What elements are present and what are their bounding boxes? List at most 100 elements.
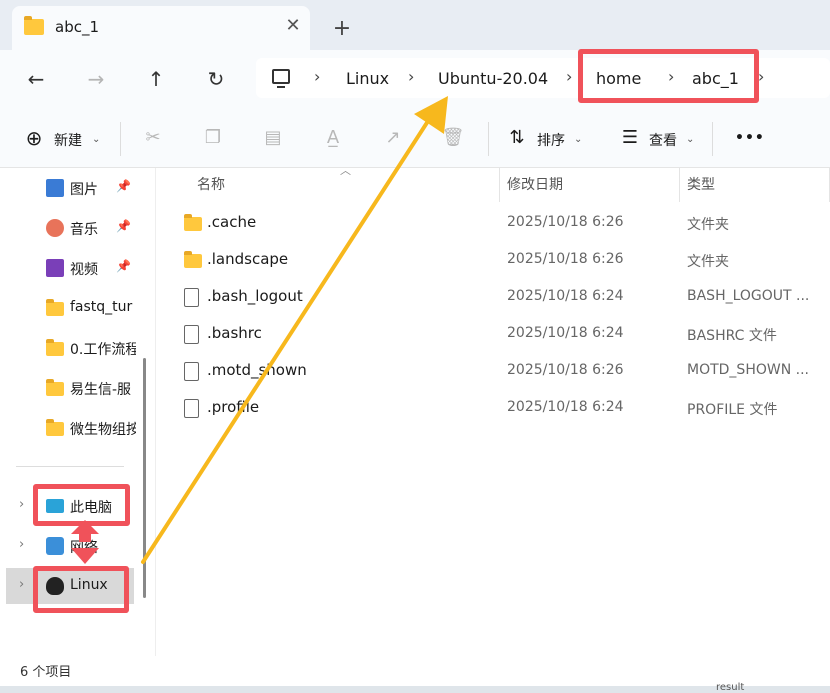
file-date: 2025/10/18 6:24 — [507, 288, 624, 304]
paste-icon[interactable]: ▤ — [261, 126, 285, 150]
column-header-name[interactable]: 名称 — [197, 174, 225, 194]
item-count: 6 个项目 — [20, 665, 72, 680]
folder-icon — [184, 214, 202, 231]
file-date: 2025/10/18 6:26 — [507, 362, 624, 378]
chevron-down-icon[interactable]: ⌄ — [574, 134, 582, 145]
view-icon[interactable]: ☰ — [618, 126, 642, 150]
sidebar-item-music[interactable]: 音乐 📌 — [0, 210, 140, 246]
sort-ascending-icon: ︿ — [340, 164, 351, 177]
column-divider[interactable] — [679, 168, 680, 202]
divider — [712, 122, 713, 156]
new-tab-button[interactable]: + — [328, 15, 356, 43]
copy-icon[interactable]: ❐ — [201, 126, 225, 150]
refresh-button[interactable]: ↻ — [200, 64, 232, 94]
highlight-box-this-pc — [33, 484, 130, 526]
chevron-right-icon[interactable]: › — [19, 577, 24, 592]
pin-icon[interactable]: 📌 — [116, 219, 131, 233]
up-button[interactable]: ↑ — [140, 64, 172, 94]
this-pc-icon — [272, 69, 290, 88]
table-row[interactable]: .landscape 2025/10/18 6:26 文件夹 — [157, 242, 830, 279]
sidebar-item-label: 易生信-服 — [70, 382, 132, 398]
sort-icon[interactable]: ⇅ — [505, 126, 529, 150]
sidebar-item-workflow[interactable]: 0.工作流程 — [0, 330, 140, 366]
column-divider[interactable] — [499, 168, 500, 202]
file-name: .motd_shown — [207, 361, 307, 379]
table-row[interactable]: .motd_shown 2025/10/18 6:26 MOTD_SHOWN .… — [157, 353, 830, 390]
rename-icon[interactable]: A̲ — [321, 126, 345, 150]
divider — [16, 466, 124, 467]
file-name: .bashrc — [207, 324, 262, 342]
videos-icon — [46, 259, 64, 277]
file-type: BASH_LOGOUT ... — [687, 288, 810, 304]
sidebar-scrollbar[interactable] — [143, 358, 146, 598]
chevron-right-icon[interactable]: › — [19, 497, 24, 512]
sidebar-item-videos[interactable]: 视频 📌 — [0, 250, 140, 286]
folder-icon — [46, 299, 64, 316]
pin-icon[interactable]: 📌 — [116, 179, 131, 193]
cut-icon[interactable]: ✂ — [141, 126, 165, 150]
command-bar: ⊕ 新建 ⌄ ✂ ❐ ▤ A̲ ↗ 🗑 ⇅ 排序 ⌄ ☰ 查看 ⌄ ••• — [0, 110, 830, 168]
file-icon — [184, 325, 199, 344]
chevron-down-icon[interactable]: ⌄ — [686, 134, 694, 145]
sort-button[interactable]: 排序 — [537, 130, 565, 150]
breadcrumb-linux[interactable]: Linux — [346, 69, 389, 88]
file-icon — [184, 362, 199, 381]
close-tab-icon[interactable]: ✕ — [282, 15, 304, 37]
more-options-button[interactable]: ••• — [735, 130, 765, 146]
chevron-right-icon[interactable]: › — [19, 537, 24, 552]
highlight-box-breadcrumb — [578, 49, 759, 103]
breadcrumb-separator[interactable]: › — [408, 67, 414, 86]
chevron-down-icon[interactable]: ⌄ — [92, 134, 100, 145]
file-date: 2025/10/18 6:24 — [507, 325, 624, 341]
forward-button[interactable]: → — [80, 64, 112, 94]
file-type: 文件夹 — [687, 254, 729, 270]
background-text: result — [716, 682, 745, 693]
sidebar-item-label: 网络 — [70, 540, 98, 556]
tab-abc-1[interactable]: abc_1 ✕ — [12, 6, 310, 50]
file-date: 2025/10/18 6:26 — [507, 251, 624, 267]
file-icon — [184, 288, 199, 307]
file-type: MOTD_SHOWN ... — [687, 362, 809, 378]
view-button[interactable]: 查看 — [649, 130, 677, 150]
file-list: 名称 ︿ 修改日期 类型 .cache 2025/10/18 6:26 文件夹 … — [157, 164, 830, 656]
sidebar-item-microbiome[interactable]: 微生物组按 — [0, 410, 140, 446]
sidebar-item-label: 0.工作流程 — [70, 342, 136, 358]
sidebar-item-pictures[interactable]: 图片 📌 — [0, 170, 140, 206]
file-date: 2025/10/18 6:26 — [507, 214, 624, 230]
file-name: .cache — [207, 213, 257, 231]
file-name: .profile — [207, 398, 260, 416]
background-window-peek: result — [0, 682, 830, 693]
file-name: .bash_logout — [207, 287, 303, 305]
breadcrumb-ubuntu[interactable]: Ubuntu-20.04 — [438, 69, 548, 88]
column-header-date[interactable]: 修改日期 — [507, 174, 563, 194]
file-type: 文件夹 — [687, 217, 729, 233]
breadcrumb-separator[interactable]: › — [566, 67, 572, 86]
sidebar-item-network[interactable]: › 网络 — [0, 528, 140, 564]
back-button[interactable]: ← — [20, 64, 52, 94]
divider — [120, 122, 121, 156]
table-row[interactable]: .bash_logout 2025/10/18 6:24 BASH_LOGOUT… — [157, 279, 830, 316]
pin-icon[interactable]: 📌 — [116, 259, 131, 273]
folder-icon — [46, 419, 64, 436]
share-icon[interactable]: ↗ — [381, 126, 405, 150]
new-plus-icon[interactable]: ⊕ — [22, 126, 46, 150]
music-icon — [46, 219, 64, 237]
file-type: BASHRC 文件 — [687, 328, 777, 344]
new-button[interactable]: 新建 — [54, 130, 82, 150]
folder-icon — [46, 379, 64, 396]
breadcrumb-separator[interactable]: › — [314, 67, 320, 86]
column-header-type[interactable]: 类型 — [687, 174, 715, 194]
sidebar-item-label: fastq_tur — [70, 299, 133, 315]
file-type: PROFILE 文件 — [687, 402, 778, 418]
delete-icon[interactable]: 🗑 — [441, 126, 465, 150]
table-row[interactable]: .profile 2025/10/18 6:24 PROFILE 文件 — [157, 390, 830, 427]
sidebar-item-label: 微生物组按 — [70, 422, 136, 438]
table-row[interactable]: .cache 2025/10/18 6:26 文件夹 — [157, 205, 830, 242]
sidebar-item-yishengxin[interactable]: 易生信-服 — [0, 370, 140, 406]
status-bar: 6 个项目 — [0, 656, 830, 686]
sidebar-item-fastq[interactable]: fastq_tur — [0, 290, 140, 326]
table-row[interactable]: .bashrc 2025/10/18 6:24 BASHRC 文件 — [157, 316, 830, 353]
file-name: .landscape — [207, 250, 289, 268]
folder-icon — [24, 16, 44, 35]
folder-icon — [184, 251, 202, 268]
